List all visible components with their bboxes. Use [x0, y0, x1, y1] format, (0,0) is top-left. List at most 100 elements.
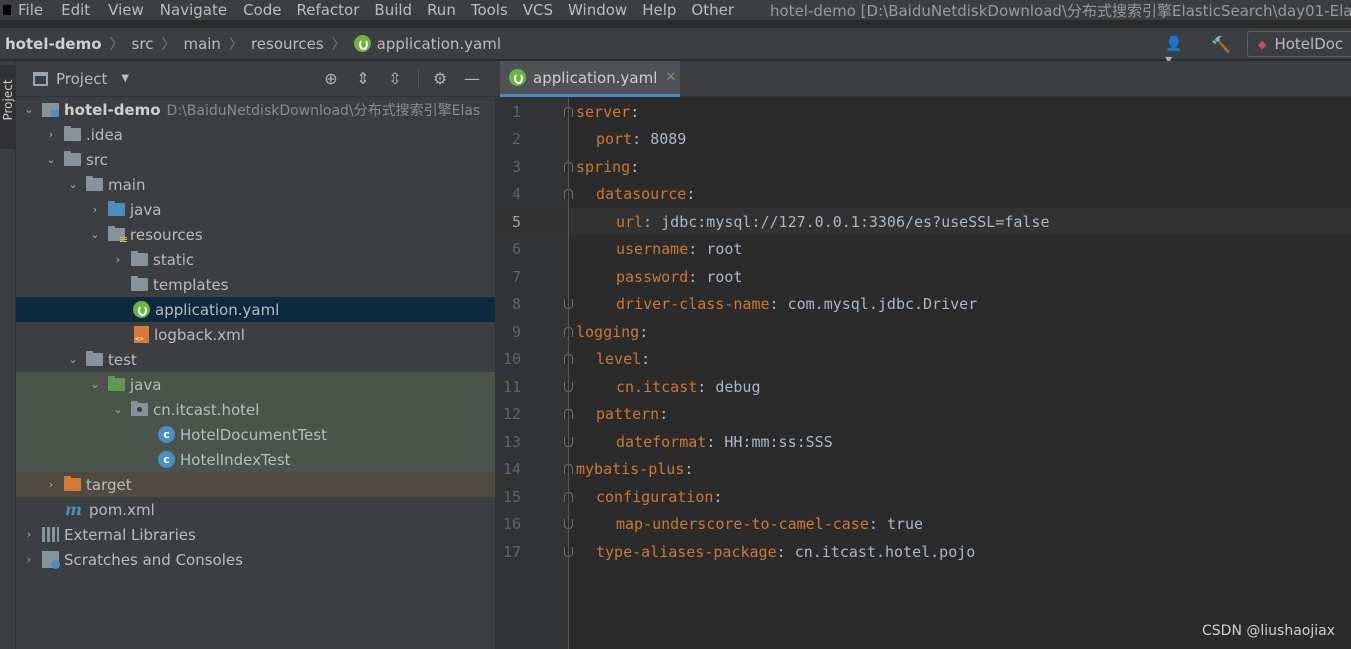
menu-code[interactable]: Code	[243, 0, 281, 20]
folder-icon	[131, 276, 148, 291]
hide-panel-icon[interactable]: —	[463, 69, 481, 88]
tree-item-logback-xml[interactable]: logback.xml	[16, 322, 495, 347]
chevron-down-icon[interactable]: ⌄	[23, 103, 35, 116]
toolbar-right: 👤▾ 🔨 ◆ HotelDoc	[1165, 31, 1351, 68]
tree-item-external-libraries[interactable]: › External Libraries	[16, 522, 495, 547]
chevron-down-icon[interactable]: ⌄	[89, 228, 101, 241]
code-line[interactable]: 16 map-underscore-to-camel-case: true	[495, 511, 1351, 538]
menu-run[interactable]: Run	[427, 0, 456, 20]
tree-item-main-java[interactable]: › java	[16, 197, 495, 222]
tree-item-label: cn.itcast.hotel	[153, 400, 260, 419]
code-line[interactable]: 11 cn.itcast: debug	[495, 373, 1351, 400]
tree-item-package[interactable]: ⌄ cn.itcast.hotel	[16, 397, 495, 422]
yaml-key: type-aliases-package	[596, 542, 777, 561]
code-line[interactable]: 7 password: root	[495, 263, 1351, 290]
yaml-value: jdbc:mysql://127.0.0.1:3306/es?useSSL=fa…	[661, 212, 1050, 231]
yaml-colon: :	[630, 157, 640, 176]
code-line[interactable]: 5 url: jdbc:mysql://127.0.0.1:3306/es?use…	[495, 208, 1351, 235]
tree-item-resources[interactable]: ⌄ resources	[16, 222, 495, 247]
chevron-right-icon[interactable]: ›	[23, 528, 35, 541]
chevron-down-icon[interactable]: ⌄	[45, 153, 57, 166]
yaml-key: dateformat	[616, 432, 707, 451]
tree-item-pom-xml[interactable]: m pom.xml	[16, 497, 495, 522]
gear-icon[interactable]: ⚙	[431, 69, 449, 88]
tree-item-target[interactable]: › target	[16, 472, 495, 497]
close-icon[interactable]: ✕	[665, 70, 676, 85]
folder-icon	[64, 151, 81, 166]
chevron-down-icon[interactable]: ⌄	[112, 403, 124, 416]
project-panel-header: Project ▼ ⊕ ⇕ ⇳ ⚙ —	[16, 61, 495, 97]
yaml-entry: map-underscore-to-camel-case: true	[616, 515, 923, 533]
menu-file[interactable]: File	[18, 0, 43, 20]
locate-file-icon[interactable]: ⊕	[322, 69, 340, 88]
code-line[interactable]: 6 username: root	[495, 236, 1351, 263]
code-line[interactable]: 3 spring:	[495, 153, 1351, 180]
expand-all-icon[interactable]: ⇕	[354, 69, 372, 88]
code-line[interactable]: 1 server:	[495, 98, 1351, 125]
code-line[interactable]: 13 dateformat: HH:mm:ss:SSS	[495, 428, 1351, 455]
tree-item-static[interactable]: › static	[16, 247, 495, 272]
yaml-key: configuration	[596, 487, 714, 506]
yaml-colon: :	[776, 542, 795, 561]
chevron-down-icon[interactable]: ⌄	[67, 178, 79, 191]
code-line[interactable]: 4 datasource:	[495, 181, 1351, 208]
tree-item-test[interactable]: ⌄ test	[16, 347, 495, 372]
menu-view[interactable]: View	[108, 0, 144, 20]
tree-item-hotel-document-test[interactable]: c HotelDocumentTest	[16, 422, 495, 447]
tree-item-idea[interactable]: › .idea	[16, 122, 495, 147]
chevron-right-icon[interactable]: ›	[112, 253, 124, 266]
menu-refactor[interactable]: Refactor	[296, 0, 359, 20]
yaml-colon: :	[706, 432, 725, 451]
tree-item-hotel-index-test[interactable]: c HotelIndexTest	[16, 447, 495, 472]
chevron-right-icon: 〉	[109, 36, 124, 53]
tree-item-hotel-demo[interactable]: ⌄ hotel-demo D:\BaiduNetdiskDownload\分布式…	[16, 97, 495, 122]
tree-item-application-yaml[interactable]: application.yaml	[16, 297, 495, 322]
build-hammer-icon[interactable]: 🔨	[1211, 35, 1231, 54]
yaml-entry: port: 8089	[596, 130, 686, 148]
breadcrumb-src[interactable]: src	[132, 35, 154, 53]
resources-folder-icon	[108, 226, 127, 243]
code-line[interactable]: 9 logging:	[495, 318, 1351, 345]
menu-navigate[interactable]: Navigate	[160, 0, 227, 20]
breadcrumb-project[interactable]: hotel-demo	[5, 35, 102, 53]
chevron-down-icon[interactable]: ⌄	[67, 353, 79, 366]
code-line[interactable]: 12 pattern:	[495, 401, 1351, 428]
collapse-all-icon[interactable]: ⇳	[386, 69, 404, 88]
chevron-right-icon[interactable]: ›	[89, 203, 101, 216]
menu-window[interactable]: Window	[568, 0, 627, 20]
code-line[interactable]: 14 mybatis-plus:	[495, 456, 1351, 483]
project-tool-tab[interactable]: Project	[0, 65, 15, 149]
code-line[interactable]: 15 configuration:	[495, 483, 1351, 510]
dropdown-arrow-icon[interactable]: ▼	[121, 73, 129, 84]
tree-item-templates[interactable]: templates	[16, 272, 495, 297]
menu-edit[interactable]: Edit	[61, 0, 90, 20]
user-account-icon[interactable]: 👤▾	[1165, 36, 1187, 68]
tree-item-src[interactable]: ⌄ src	[16, 147, 495, 172]
code-line[interactable]: 2 port: 8089	[495, 126, 1351, 153]
tree-item-test-java[interactable]: ⌄ java	[16, 372, 495, 397]
menu-vcs[interactable]: VCS	[523, 0, 553, 20]
chevron-down-icon[interactable]: ⌄	[89, 378, 101, 391]
menu-help[interactable]: Help	[642, 0, 676, 20]
tree-item-main[interactable]: ⌄ main	[16, 172, 495, 197]
yaml-key: logging	[576, 322, 640, 341]
tree-item-scratches[interactable]: › Scratches and Consoles	[16, 547, 495, 572]
menu-tools[interactable]: Tools	[471, 0, 508, 20]
tab-application-yaml[interactable]: application.yaml ✕	[500, 61, 680, 97]
code-line[interactable]: 8 driver-class-name: com.mysql.jdbc.Drive…	[495, 291, 1351, 318]
breadcrumb-resources[interactable]: resources	[251, 35, 324, 53]
project-tool-tab-label: Project	[1, 79, 15, 121]
run-configuration-selector[interactable]: ◆ HotelDoc	[1247, 31, 1351, 57]
chevron-right-icon[interactable]: ›	[45, 128, 57, 141]
breadcrumb-main[interactable]: main	[183, 35, 220, 53]
menu-other[interactable]: Other	[691, 0, 734, 20]
breadcrumb-file[interactable]: application.yaml	[377, 35, 501, 53]
project-panel: Project ▼ ⊕ ⇕ ⇳ ⚙ — ⌄ hotel-demo D:\Baid…	[16, 61, 495, 649]
menu-build[interactable]: Build	[374, 0, 412, 20]
chevron-right-icon[interactable]: ›	[45, 478, 57, 491]
code-editor[interactable]: 1 server: 2 port: 8089 3 spring: 4 datasource: 5…	[495, 97, 1351, 649]
project-view-selector[interactable]: Project	[56, 70, 107, 88]
code-line[interactable]: 10 level:	[495, 346, 1351, 373]
code-line[interactable]: 17 type-aliases-package: cn.itcast.hotel.…	[495, 538, 1351, 565]
chevron-right-icon[interactable]: ›	[23, 553, 35, 566]
